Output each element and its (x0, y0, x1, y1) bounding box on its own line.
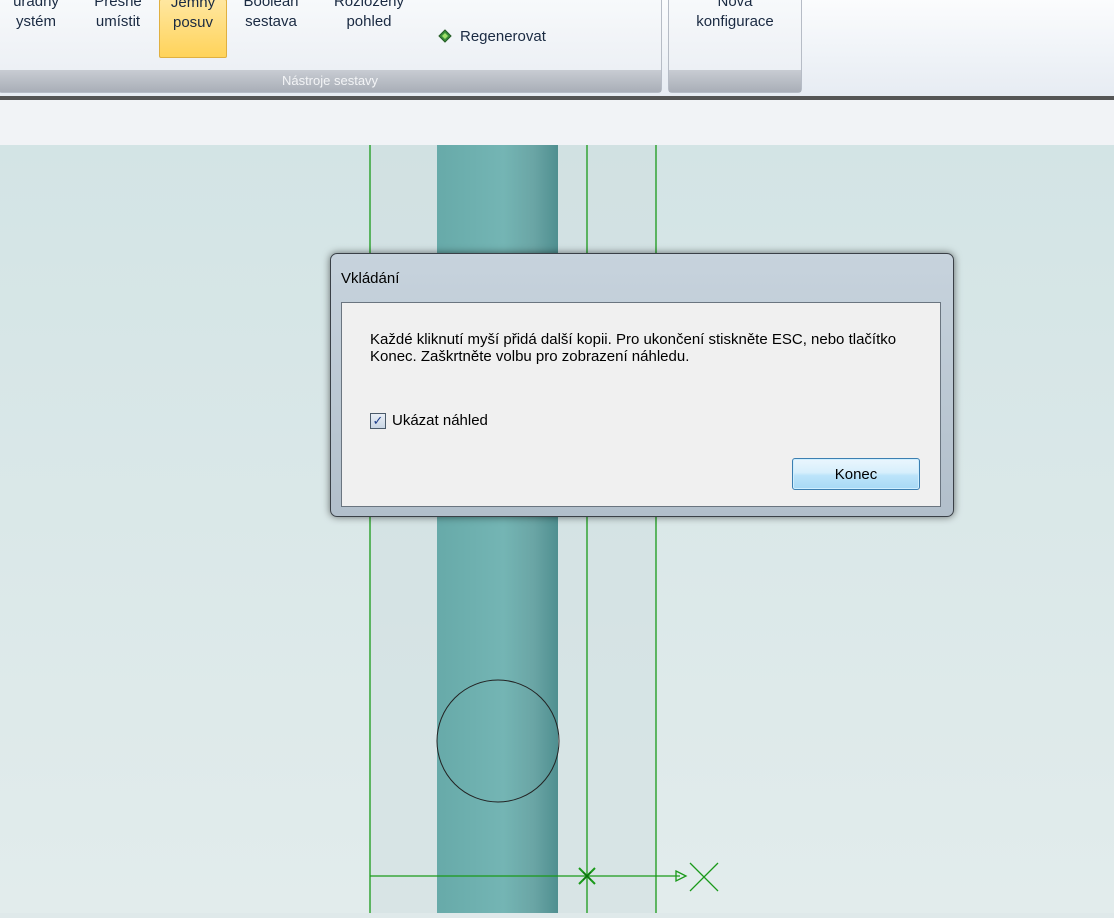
precise-place-label-2: umístit (95, 13, 141, 30)
configuration-caption (669, 70, 801, 92)
dialog-title: Vkládání (341, 270, 400, 287)
configuration-group: Nová konfigurace (668, 0, 802, 93)
command-strip (0, 100, 1114, 146)
fine-move-label-2: posuv (172, 14, 214, 31)
end-button[interactable]: Konec (792, 458, 920, 490)
dialog-message: Každé kliknutí myší přidá další kopii. P… (370, 331, 897, 365)
new-configuration-label-2: konfigurace (696, 13, 774, 30)
coordinate-system-label-1: uřadný (13, 0, 59, 10)
coordinate-system-button[interactable]: uřadný ystém (0, 0, 73, 32)
new-configuration-button[interactable]: Nová konfigurace (669, 0, 801, 32)
fine-move-label-1: Jemný (170, 0, 216, 11)
boolean-assembly-label-1: Boolean (243, 0, 299, 10)
ribbon: uřadný ystém Přesně umístit Jemný posuv … (0, 0, 1114, 100)
regenerate-label: Regenerovat (460, 27, 546, 45)
show-preview-label[interactable]: Ukázat náhled (392, 412, 488, 429)
assembly-tools-group: uřadný ystém Přesně umístit Jemný posuv … (0, 0, 662, 93)
show-preview-option[interactable]: ✓ Ukázat náhled (370, 412, 488, 429)
dialog-body: Každé kliknutí myší přidá další kopii. P… (341, 302, 941, 507)
boolean-assembly-label-2: sestava (245, 13, 297, 30)
regenerate-icon (438, 29, 452, 43)
regenerate-button[interactable]: Regenerovat (436, 27, 546, 45)
boolean-assembly-button[interactable]: Boolean sestava (230, 0, 312, 32)
exploded-view-button[interactable]: Rozložený pohled (319, 0, 419, 32)
precise-place-button[interactable]: Přesně umístit (84, 0, 152, 32)
new-configuration-label-1: Nová (717, 0, 753, 10)
exploded-view-label-2: pohled (346, 13, 392, 30)
assembly-tools-caption: Nástroje sestavy (0, 70, 661, 92)
precise-place-label-1: Přesně (94, 0, 142, 10)
coordinate-system-label-2: ystém (15, 13, 56, 30)
exploded-view-label-1: Rozložený (333, 0, 405, 10)
axis-x-marker-icon (689, 862, 719, 892)
show-preview-checkbox[interactable]: ✓ (370, 412, 386, 429)
fine-move-button[interactable]: Jemný posuv (159, 0, 227, 58)
insert-dialog: Vkládání Každé kliknutí myší přidá další… (330, 253, 954, 517)
